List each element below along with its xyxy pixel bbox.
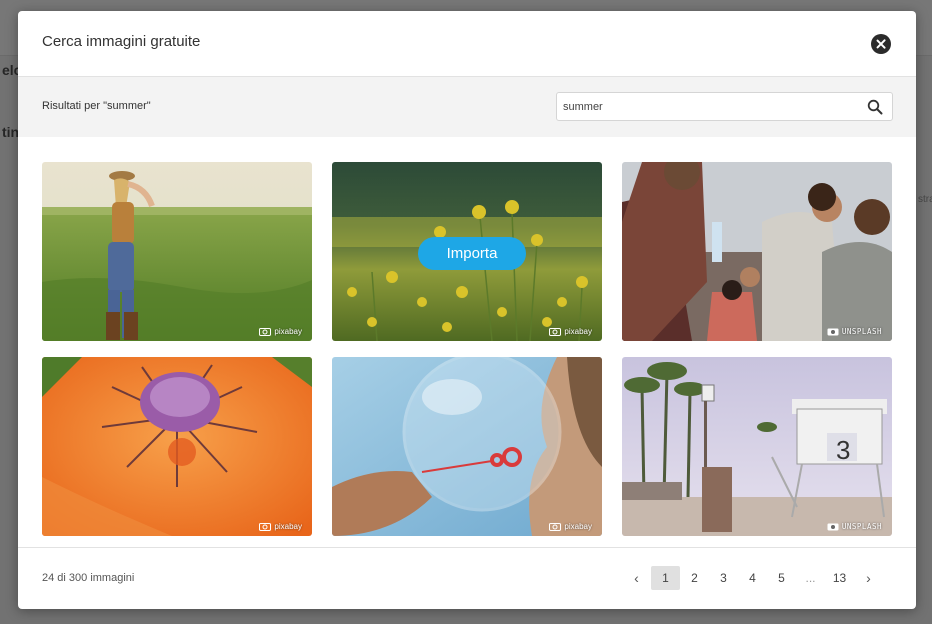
next-page-button[interactable]: ›: [854, 566, 883, 590]
provider-label: pixabay: [564, 522, 592, 531]
camera-icon: [259, 328, 272, 336]
search-field[interactable]: [556, 92, 893, 121]
image-thumbnail[interactable]: 3 UNSPLASH: [622, 357, 892, 536]
import-button[interactable]: Importa: [418, 237, 526, 270]
svg-text:3: 3: [836, 435, 850, 465]
results-label: Risultati per "summer": [42, 100, 151, 112]
result-count: 24 di 300 immagini: [42, 572, 135, 584]
provider-badge: UNSPLASH: [827, 327, 882, 336]
camera-icon: [827, 328, 839, 336]
page-button-1[interactable]: 1: [651, 566, 680, 590]
provider-label: pixabay: [274, 327, 302, 336]
image-thumbnail[interactable]: pixabay: [332, 357, 602, 536]
close-icon[interactable]: [871, 34, 891, 54]
provider-badge: pixabay: [549, 522, 592, 531]
modal-title: Cerca immagini gratuite: [42, 33, 201, 50]
image-thumbnail[interactable]: pixabay: [42, 357, 312, 536]
page-button-3[interactable]: 3: [709, 566, 738, 590]
modal-header: Cerca immagini gratuite: [18, 11, 916, 77]
image-search-modal: Cerca immagini gratuite Risultati per "s…: [18, 11, 916, 609]
search-input[interactable]: [563, 98, 853, 116]
image-thumbnail[interactable]: UNSPLASH: [622, 162, 892, 341]
page-button-2[interactable]: 2: [680, 566, 709, 590]
image-grid: pixabay Importa pixabay UNSPLASH pixabay…: [18, 137, 916, 549]
camera-icon: [259, 523, 272, 531]
provider-badge: pixabay: [259, 522, 302, 531]
page-button-13[interactable]: 13: [825, 566, 854, 590]
image-thumbnail[interactable]: Importa pixabay: [332, 162, 602, 341]
lifeguard-photo: 3: [622, 357, 892, 536]
prev-page-button[interactable]: ‹: [622, 566, 651, 590]
provider-label: pixabay: [564, 327, 592, 336]
page-button-5[interactable]: 5: [767, 566, 796, 590]
search-bar: Risultati per "summer": [18, 77, 916, 137]
camera-icon: [549, 328, 562, 336]
page-button-4[interactable]: 4: [738, 566, 767, 590]
bubble-photo: [332, 357, 602, 536]
image-thumbnail[interactable]: pixabay: [42, 162, 312, 341]
search-icon[interactable]: [867, 99, 883, 115]
provider-badge: pixabay: [259, 327, 302, 336]
camera-icon: [549, 523, 562, 531]
field-photo: [42, 162, 312, 341]
provider-label: UNSPLASH: [841, 522, 882, 531]
provider-badge: pixabay: [549, 327, 592, 336]
provider-label: UNSPLASH: [841, 327, 882, 336]
provider-label: pixabay: [274, 522, 302, 531]
poppy-photo: [42, 357, 312, 536]
pagination: ‹ 1 2 3 4 5 ... 13 ›: [622, 566, 883, 590]
modal-footer: 24 di 300 immagini ‹ 1 2 3 4 5 ... 13 ›: [18, 547, 916, 609]
pagination-ellipsis: ...: [805, 571, 816, 585]
crowd-photo: [622, 162, 892, 341]
provider-badge: UNSPLASH: [827, 522, 882, 531]
camera-icon: [827, 523, 839, 531]
